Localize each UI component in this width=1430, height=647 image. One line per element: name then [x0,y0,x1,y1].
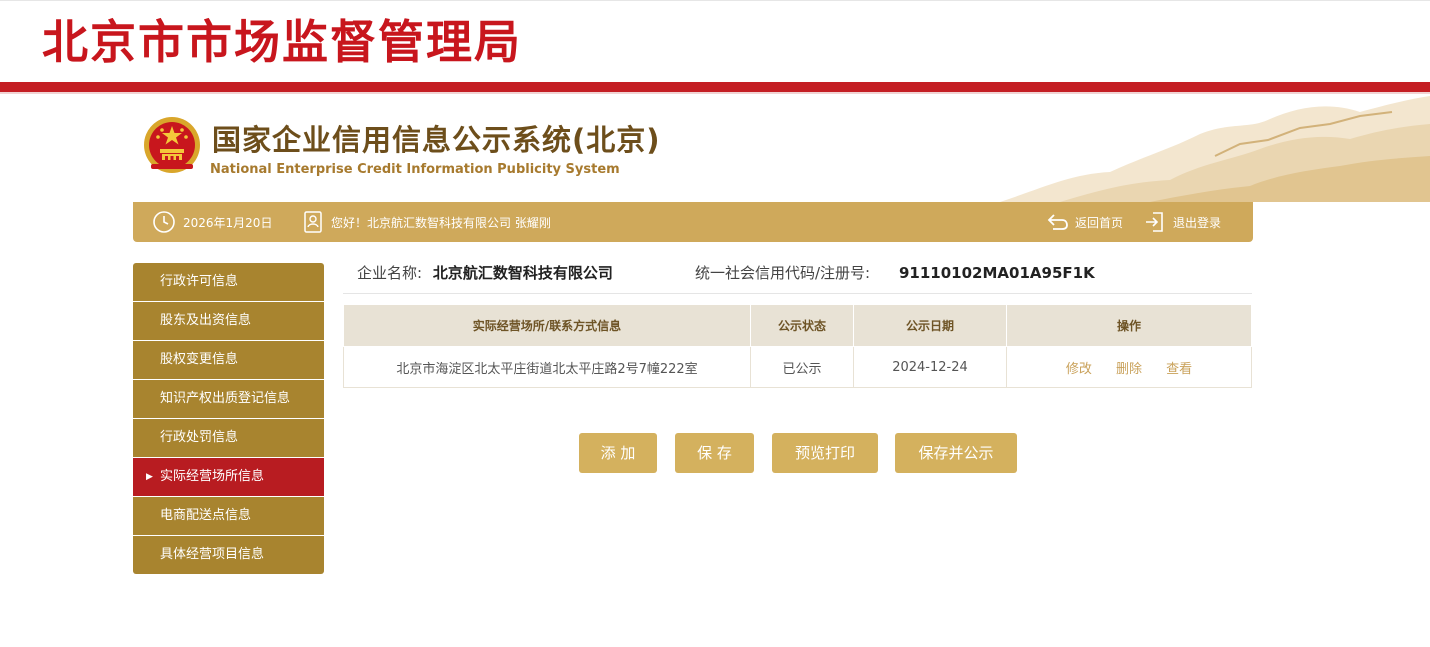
credit-code-label: 统一社会信用代码/注册号: [695,264,871,282]
company-name-label: 企业名称: [357,264,423,282]
delete-link[interactable]: 删除 [1116,362,1142,377]
table-header-row: 实际经营场所/联系方式信息 公示状态 公示日期 操作 [343,304,1252,347]
save-button[interactable]: 保 存 [675,433,754,473]
sidebar-item-business-premises[interactable]: ▶ 实际经营场所信息 [133,458,324,497]
active-arrow-icon: ▶ [146,472,153,482]
column-header-date: 公示日期 [853,304,1007,347]
return-arrow-icon [1047,214,1068,230]
company-name: 北京航汇数智科技有限公司 [432,264,613,282]
user-greeting: 您好！北京航汇数智科技有限公司 张耀刚 [304,202,551,242]
home-link[interactable]: 返回首页 [1047,202,1123,242]
date-display: 2026年1月20日 [152,202,272,242]
system-title: 国家企业信用信息公示系统(北京) [212,123,661,157]
save-and-publish-button[interactable]: 保存并公示 [895,433,1017,473]
column-header-address: 实际经营场所/联系方式信息 [343,304,751,347]
sidebar-item-label: 知识产权出质登记信息 [160,391,291,406]
red-divider-band [0,82,1430,92]
cell-actions: 修改 删除 查看 [1006,346,1252,388]
user-nav-bar: 2026年1月20日 您好！北京航汇数智科技有限公司 张耀刚 返回首页 退出登录 [133,202,1253,242]
cell-date: 2024-12-24 [853,346,1007,388]
sidebar-item-ecommerce-delivery[interactable]: 电商配送点信息 [133,497,324,536]
sidebar-item-equity-change[interactable]: 股权变更信息 [133,341,324,380]
company-divider [343,293,1252,294]
sidebar-item-business-projects[interactable]: 具体经营项目信息 [133,536,324,574]
system-subtitle: National Enterprise Credit Information P… [210,162,620,177]
great-wall-mountain-illustration [1000,96,1430,202]
home-link-label: 返回首页 [1075,215,1124,230]
logout-label: 退出登录 [1173,215,1222,230]
column-header-status: 公示状态 [750,304,854,347]
national-emblem-icon [144,117,200,173]
edit-link[interactable]: 修改 [1066,362,1092,377]
sidebar-item-label: 电商配送点信息 [160,508,252,523]
logout-link[interactable]: 退出登录 [1144,202,1221,242]
sidebar-menu: 行政许可信息 股东及出资信息 股权变更信息 知识产权出质登记信息 行政处罚信息 … [133,263,324,574]
table-row: 北京市海淀区北太平庄街道北太平庄路2号7幢222室 已公示 2024-12-24… [343,346,1252,388]
logout-icon [1146,212,1163,232]
sidebar-item-admin-license[interactable]: 行政许可信息 [133,263,324,302]
clock-icon [153,211,175,233]
add-button[interactable]: 添 加 [579,433,657,473]
sidebar-item-label: 实际经营场所信息 [160,469,265,484]
credit-code: 91110102MA01A95F1K [899,264,1095,282]
sidebar-item-shareholder[interactable]: 股东及出资信息 [133,302,324,341]
sidebar-item-label: 股权变更信息 [160,352,239,367]
agency-banner: 北京市市场监督管理局 [0,0,1430,83]
company-info: 企业名称: 北京航汇数智科技有限公司 统一社会信用代码/注册号: 9111010… [357,262,1252,292]
print-preview-button[interactable]: 预览打印 [772,433,878,473]
agency-title: 北京市市场监督管理局 [42,15,522,69]
cell-status: 已公示 [750,346,854,388]
sidebar-item-admin-penalty[interactable]: 行政处罚信息 [133,419,324,458]
sidebar-item-label: 行政许可信息 [160,274,239,289]
column-header-actions: 操作 [1006,304,1252,347]
sidebar-item-label: 股东及出资信息 [160,313,252,328]
greeting-text: 您好！北京航汇数智科技有限公司 张耀刚 [331,215,551,230]
view-link[interactable]: 查看 [1166,362,1192,377]
premises-table: 实际经营场所/联系方式信息 公示状态 公示日期 操作 北京市海淀区北太平庄街道北… [343,304,1252,388]
sidebar-item-label: 具体经营项目信息 [160,547,265,562]
sidebar-item-label: 行政处罚信息 [160,430,239,445]
sidebar-item-ip-pledge[interactable]: 知识产权出质登记信息 [133,380,324,419]
cell-address: 北京市海淀区北太平庄街道北太平庄路2号7幢222室 [343,346,751,388]
system-header: 国家企业信用信息公示系统(北京) National Enterprise Cre… [0,94,1430,202]
user-badge-icon [304,211,322,233]
date-text: 2026年1月20日 [183,215,273,230]
